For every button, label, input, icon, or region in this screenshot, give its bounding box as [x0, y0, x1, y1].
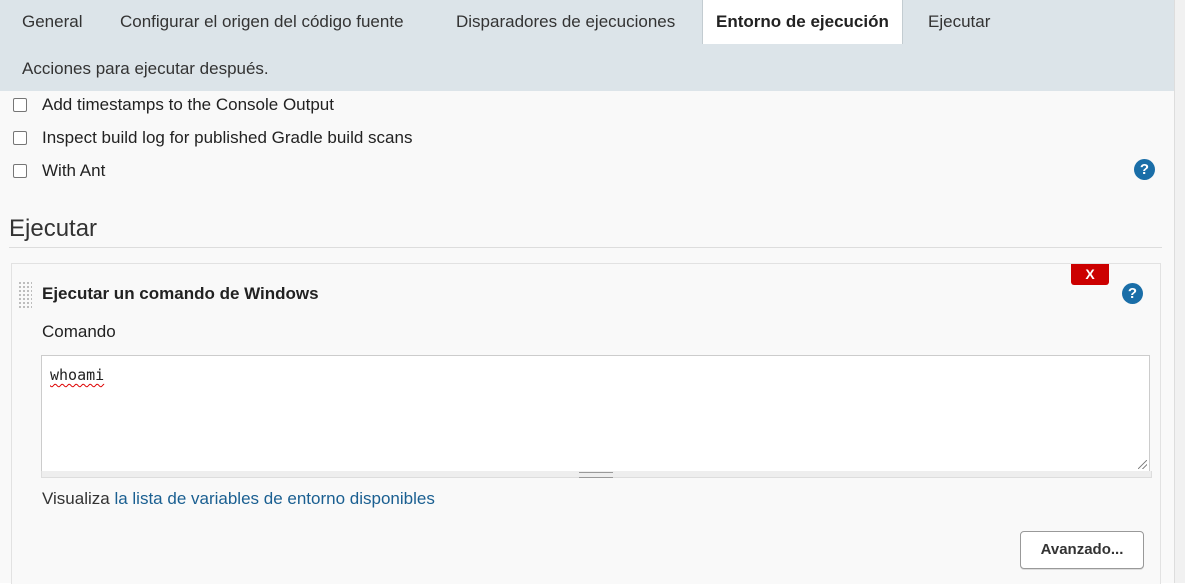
tab-scm[interactable]: Configurar el origen del código fuente [120, 0, 404, 44]
timestamps-checkbox[interactable] [13, 98, 27, 112]
tab-triggers[interactable]: Disparadores de ejecuciones [456, 0, 675, 44]
resize-grip-icon[interactable] [579, 472, 613, 478]
config-content: Add timestamps to the Console Output Ins… [0, 91, 1175, 584]
step-title: Ejecutar un comando de Windows [42, 284, 319, 303]
env-vars-help: Visualiza la lista de variables de entor… [42, 489, 435, 509]
with-ant-label: With Ant [42, 161, 106, 180]
drag-handle[interactable] [18, 281, 32, 309]
help-icon[interactable]: ? [1134, 159, 1155, 180]
option-gradle-scans[interactable]: Inspect build log for published Gradle b… [13, 128, 412, 148]
option-with-ant[interactable]: With Ant [13, 161, 105, 181]
gradle-scans-label: Inspect build log for published Gradle b… [42, 128, 413, 147]
option-timestamps[interactable]: Add timestamps to the Console Output [13, 95, 334, 115]
resize-corner-icon[interactable] [1138, 460, 1147, 469]
env-vars-link[interactable]: la lista de variables de entorno disponi… [114, 489, 434, 508]
tab-post-build[interactable]: Acciones para ejecutar después. [22, 47, 269, 91]
section-divider [9, 247, 1162, 248]
timestamps-label: Add timestamps to the Console Output [42, 95, 334, 114]
command-value: whoami [50, 366, 105, 384]
textarea-resize-bar[interactable] [41, 471, 1152, 478]
advanced-button[interactable]: Avanzado... [1020, 531, 1144, 569]
tab-build[interactable]: Ejecutar [928, 0, 990, 44]
help-icon[interactable]: ? [1122, 283, 1143, 304]
command-label: Comando [42, 322, 116, 341]
gradle-scans-checkbox[interactable] [13, 131, 27, 145]
env-vars-prefix: Visualiza [42, 489, 115, 508]
tab-build-environment[interactable]: Entorno de ejecución [702, 0, 903, 44]
command-textarea[interactable]: whoami [41, 355, 1150, 472]
scrollbar[interactable] [1174, 0, 1185, 583]
build-step-panel: X ? Ejecutar un comando de Windows Coman… [11, 263, 1161, 584]
config-tabbar: General Configurar el origen del código … [0, 0, 1175, 92]
with-ant-checkbox[interactable] [13, 164, 27, 178]
tab-general[interactable]: General [22, 0, 82, 44]
delete-step-button[interactable]: X [1071, 264, 1109, 285]
section-title-build: Ejecutar [9, 215, 98, 242]
